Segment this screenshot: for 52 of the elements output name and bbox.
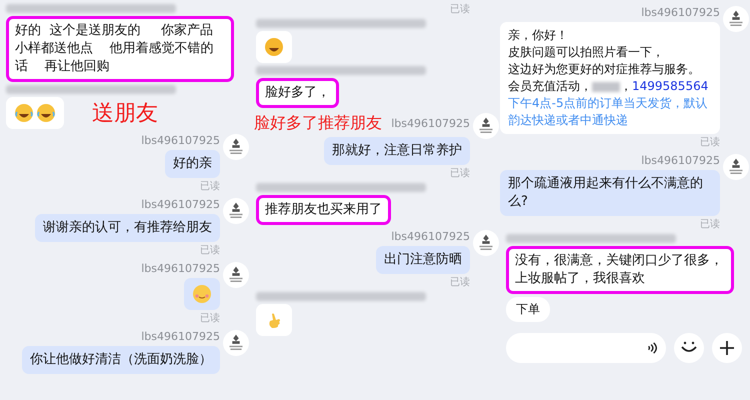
avatar-icon [473, 230, 499, 256]
annotation-text: 送朋友 [92, 100, 158, 128]
message-input[interactable] [506, 333, 666, 363]
read-status: 已读 [200, 180, 220, 193]
voice-icon[interactable] [646, 341, 658, 355]
avatar-icon [223, 262, 249, 288]
message-text: 出门注意防晒 [384, 252, 462, 267]
read-status: 已读 [700, 218, 720, 231]
message-text: 没有，很满意，关键闭口少了很多，上妆服帖了，我很喜欢 [515, 253, 723, 286]
sender-name: lbs496107925 [141, 330, 220, 343]
message-text: 好的 这个是送朋友的 你家产品小样都送他点 他用着感觉不错的话 再让他回购 [15, 23, 214, 74]
phone-link[interactable]: 1499585564 [632, 79, 708, 93]
avatar-icon [223, 330, 249, 356]
annotation-text: 脸好多了推荐朋友 [254, 113, 382, 134]
message-text: 这边好为您更好的对症推荐与服务。 [508, 62, 700, 76]
avatar-icon [723, 6, 749, 32]
notice-text: 下午4点-5点前的订单当天发货，默认韵达快递或者中通快递 [508, 96, 708, 127]
read-status: 已读 [200, 244, 220, 257]
read-status: 已读 [450, 2, 470, 16]
order-chip[interactable]: 下单 [506, 297, 550, 322]
avatar-icon [723, 154, 749, 180]
blurred-text [592, 82, 620, 92]
message-text: 皮肤问题可以拍照片看一下， [508, 45, 664, 59]
emoji-icon [264, 37, 284, 57]
message-text: 谢谢亲的认可，有推荐给朋友 [43, 220, 212, 235]
message-text: 好的亲 [173, 156, 212, 171]
read-status: 已读 [450, 166, 470, 180]
message-text: 会员充值活动， [508, 79, 592, 93]
sender-name: lbs496107925 [141, 262, 220, 275]
message-text: 你让他做好清洁（洗面奶洗脸） [30, 352, 212, 367]
add-button[interactable] [712, 333, 742, 363]
sender-name: lbs496107925 [391, 117, 470, 130]
message-text: 脸好多了， [265, 85, 330, 100]
avatar-icon [223, 134, 249, 160]
emoji-button[interactable] [674, 333, 704, 363]
message-text: ， [620, 79, 632, 93]
message-text: 推荐朋友也买来用了 [265, 202, 382, 217]
message-text: 那个疏通液用起来有什么不满意的么? [508, 176, 703, 209]
sender-name: lbs496107925 [391, 230, 470, 243]
message-text: 那就好，注意日常养护 [332, 143, 462, 158]
read-status: 已读 [450, 276, 470, 289]
sender-name: lbs496107925 [641, 154, 720, 167]
sender-name: lbs496107925 [641, 6, 720, 19]
sender-name: lbs496107925 [141, 134, 220, 147]
message-text: 亲，你好！ [508, 28, 568, 42]
read-status: 已读 [700, 136, 720, 149]
emoji-icon [36, 103, 56, 123]
emoji-icon [14, 103, 34, 123]
read-status: 已读 [200, 312, 220, 325]
emoji-icon [192, 284, 212, 304]
avatar-icon [223, 198, 249, 224]
sender-name: lbs496107925 [141, 198, 220, 211]
